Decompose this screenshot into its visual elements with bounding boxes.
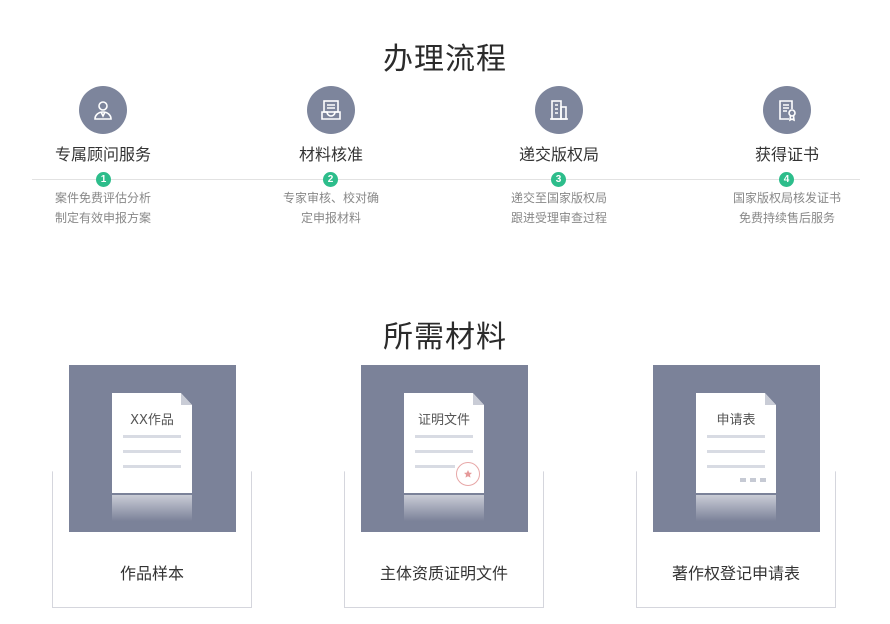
step-description: 国家版权局核发证书 免费持续售后服务 [687,188,887,228]
process-step-3: 递交版权局 递交至国家版权局 跟进受理审查过程 [459,86,659,228]
step-name: 获得证书 [754,145,819,164]
material-label: 作品样本 [119,564,184,583]
document-title: 申请表 [716,413,756,428]
step-description: 递交至国家版权局 跟进受理审查过程 [459,188,659,228]
document-title: XX作品 [130,413,174,428]
step-number-badge: 4 [779,172,794,187]
document-shadow [696,495,776,521]
document-line [415,435,473,438]
step-description: 案件免费评估分析 制定有效申报方案 [3,188,203,228]
step-desc-line: 免费持续售后服务 [738,211,835,225]
step-description: 专家审核、校对确 定申报材料 [231,188,431,228]
step-name: 递交版权局 [518,145,599,164]
building-icon [535,86,583,134]
certificate-icon [763,86,811,134]
document-line [707,435,765,438]
step-number-badge: 2 [323,172,338,187]
step-desc-line: 国家版权局核发证书 [732,191,841,205]
process-step-2: 材料核准 专家审核、校对确 定申报材料 [231,86,431,228]
step-desc-line: 递交至国家版权局 [510,191,607,205]
document-shadow [404,495,484,521]
ellipsis-icon [740,478,766,482]
step-desc-line: 制定有效申报方案 [54,211,151,225]
document-line [707,450,765,453]
document-line [415,450,473,453]
process-step-4: 获得证书 国家版权局核发证书 免费持续售后服务 [687,86,887,228]
document-shadow [112,495,192,521]
step-number-badge: 1 [96,172,111,187]
step-desc-line: 跟进受理审查过程 [510,211,607,225]
step-name: 专属顾问服务 [54,145,151,164]
document-icon [112,393,192,493]
step-desc-line: 专家审核、校对确 [282,191,379,205]
material-card-2: 证明文件 主体资质证明文件 [344,365,544,609]
document-line [123,450,181,453]
step-desc-line: 定申报材料 [300,211,361,225]
process-step-1: 专属顾问服务 案件免费评估分析 制定有效申报方案 [3,86,203,228]
material-label: 主体资质证明文件 [379,564,508,583]
process-title: 办理流程 [383,42,507,78]
inbox-tray-icon [307,86,355,134]
material-label: 著作权登记申请表 [671,564,800,583]
document-line [123,465,181,468]
step-number-badge: 3 [551,172,566,187]
document-line [123,435,181,438]
material-card-3: 申请表 著作权登记申请表 [636,365,836,609]
step-desc-line: 案件免费评估分析 [54,191,151,205]
document-line [707,465,765,468]
consultant-icon [79,86,127,134]
document-line [415,465,455,468]
material-card-1: XX作品 作品样本 [52,365,252,609]
document-title: 证明文件 [417,413,470,428]
step-name: 材料核准 [298,145,363,164]
materials-title: 所需材料 [383,320,507,356]
seal-stamp-icon [456,462,480,486]
